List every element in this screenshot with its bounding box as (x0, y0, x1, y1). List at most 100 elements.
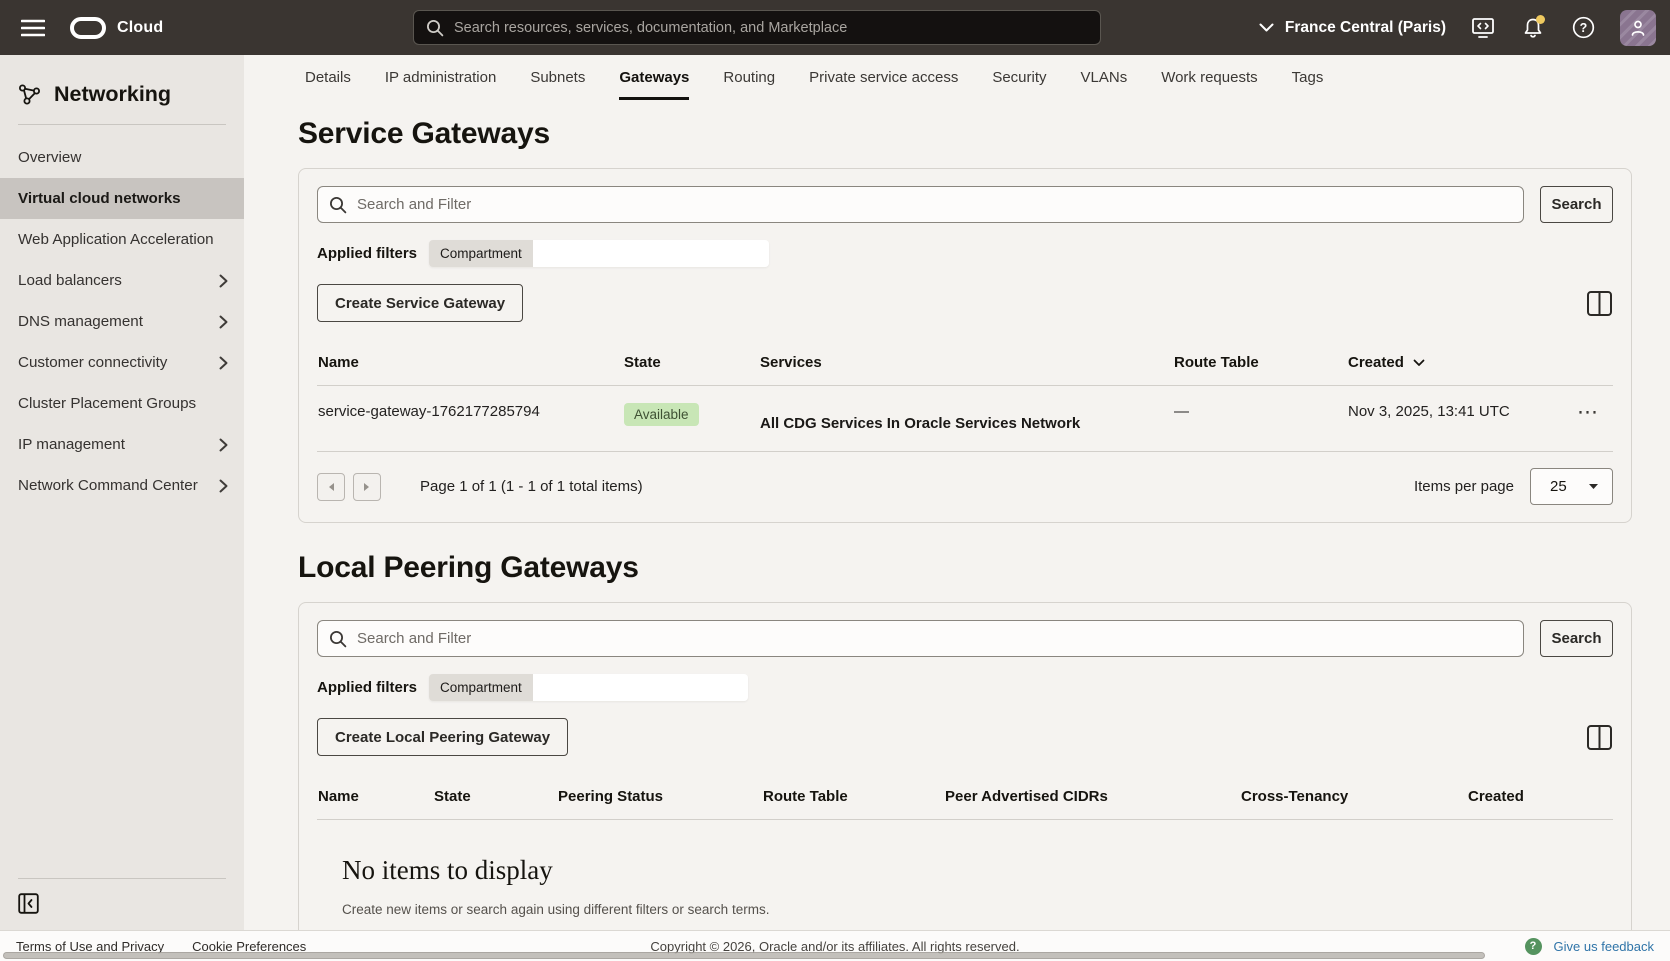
notifications-bell-icon[interactable] (1520, 15, 1546, 41)
lpg-applied-filters-label: Applied filters (317, 679, 417, 696)
sg-col-created[interactable]: Created (1348, 354, 1577, 371)
sidebar-item-ip-management[interactable]: IP management (0, 424, 244, 465)
sg-row-created: Nov 3, 2025, 13:41 UTC (1348, 403, 1577, 420)
items-per-page-label: Items per page (1414, 478, 1514, 495)
notification-dot (1536, 15, 1545, 24)
sidebar-item-load-balancers[interactable]: Load balancers (0, 260, 244, 301)
status-badge: Available (624, 403, 699, 426)
empty-state-subtitle: Create new items or search again using d… (342, 902, 1613, 917)
collapse-sidebar-icon[interactable] (0, 879, 60, 930)
create-service-gateway-button[interactable]: Create Service Gateway (317, 284, 523, 322)
sidebar-item-network-command-center[interactable]: Network Command Center (0, 465, 244, 506)
hamburger-menu-icon[interactable] (20, 15, 46, 41)
sidebar-item-customer-connectivity[interactable]: Customer connectivity (0, 342, 244, 383)
region-selector[interactable]: France Central (Paris) (1259, 19, 1446, 37)
give-feedback-link[interactable]: Give us feedback (1554, 939, 1654, 954)
sidebar-title: Networking (54, 82, 171, 107)
lpg-search-button[interactable]: Search (1540, 620, 1613, 657)
cloud-shell-icon[interactable] (1470, 15, 1496, 41)
sidebar: Networking Overview Virtual cloud networ… (0, 55, 244, 930)
sg-col-route-table[interactable]: Route Table (1174, 354, 1348, 371)
networking-icon (18, 83, 41, 106)
region-label: France Central (Paris) (1285, 19, 1446, 37)
sg-col-services[interactable]: Services (760, 354, 1174, 371)
lpg-col-peering-status[interactable]: Peering Status (558, 788, 763, 805)
service-gateways-card: Search Applied filters Compartment Creat… (298, 168, 1632, 523)
empty-state-title: No items to display (342, 855, 1613, 886)
chevron-right-icon (219, 479, 228, 493)
sg-col-state[interactable]: State (624, 354, 760, 371)
global-search-input[interactable] (454, 20, 1088, 36)
top-header: Cloud France Central (Paris) ? (0, 0, 1670, 55)
local-peering-gateways-table: Name State Peering Status Route Table Pe… (317, 778, 1613, 930)
service-gateways-title: Service Gateways (298, 117, 1632, 151)
sg-pagination: Page 1 of 1 (1 - 1 of 1 total items) Ite… (317, 452, 1613, 505)
lpg-col-peer-advertised-cidrs[interactable]: Peer Advertised CIDRs (945, 788, 1241, 805)
oracle-logo-icon (70, 17, 106, 39)
sidebar-item-overview[interactable]: Overview (0, 137, 244, 178)
search-icon (329, 196, 347, 214)
global-search[interactable] (413, 10, 1101, 45)
row-actions-menu-icon[interactable]: ⋯ (1577, 403, 1599, 423)
tab-work-requests[interactable]: Work requests (1161, 55, 1257, 100)
chevron-right-icon (219, 438, 228, 452)
tab-gateways[interactable]: Gateways (619, 55, 689, 100)
main-content: Service Gateways Search Applied filters … (244, 100, 1670, 930)
sg-row-route-table: — (1174, 403, 1348, 420)
chevron-right-icon (219, 274, 228, 288)
pagination-next-button[interactable] (353, 473, 381, 501)
user-avatar[interactable] (1620, 10, 1656, 46)
local-peering-gateways-card: Search Applied filters Compartment Creat… (298, 602, 1632, 930)
search-icon (426, 19, 444, 37)
help-icon[interactable]: ? (1570, 15, 1596, 41)
tab-security[interactable]: Security (992, 55, 1046, 100)
sidebar-item-dns-management[interactable]: DNS management (0, 301, 244, 342)
tab-ip-administration[interactable]: IP administration (385, 55, 496, 100)
lpg-col-route-table[interactable]: Route Table (763, 788, 945, 805)
select-caret-icon (1588, 483, 1599, 490)
svg-text:?: ? (1579, 21, 1587, 35)
sg-col-name[interactable]: Name (318, 354, 624, 371)
lpg-col-created[interactable]: Created (1468, 788, 1613, 805)
sg-column-settings-icon[interactable] (1585, 289, 1613, 317)
feedback-help-icon[interactable]: ? (1525, 938, 1542, 955)
sidebar-item-web-application-acceleration[interactable]: Web Application Acceleration (0, 219, 244, 260)
sidebar-item-virtual-cloud-networks[interactable]: Virtual cloud networks (0, 178, 244, 219)
tab-vlans[interactable]: VLANs (1081, 55, 1128, 100)
pagination-status: Page 1 of 1 (1 - 1 of 1 total items) (420, 478, 643, 495)
search-icon (329, 630, 347, 648)
sg-row-name: service-gateway-1762177285794 (318, 403, 624, 420)
sort-chevron-down-icon (1413, 359, 1425, 367)
chevron-right-icon (219, 356, 228, 370)
tab-details[interactable]: Details (305, 55, 351, 100)
lpg-col-name[interactable]: Name (318, 788, 434, 805)
lpg-compartment-filter-chip[interactable]: Compartment (429, 674, 748, 701)
sg-row-services[interactable]: All CDG Services In Oracle Services Netw… (760, 403, 1174, 432)
service-gateways-table: Name State Services Route Table Created … (317, 344, 1613, 505)
lpg-col-state[interactable]: State (434, 788, 558, 805)
lpg-column-settings-icon[interactable] (1585, 723, 1613, 751)
pagination-prev-button[interactable] (317, 473, 345, 501)
create-local-peering-gateway-button[interactable]: Create Local Peering Gateway (317, 718, 568, 756)
tab-private-service-access[interactable]: Private service access (809, 55, 958, 100)
tab-routing[interactable]: Routing (723, 55, 775, 100)
tab-subnets[interactable]: Subnets (530, 55, 585, 100)
local-peering-gateways-title: Local Peering Gateways (298, 551, 1632, 585)
lpg-compartment-filter-value (533, 674, 748, 701)
tab-tags[interactable]: Tags (1292, 55, 1324, 100)
table-row: service-gateway-1762177285794 Available … (317, 386, 1613, 452)
product-name: Cloud (117, 19, 163, 37)
sg-compartment-filter-chip[interactable]: Compartment (429, 240, 769, 267)
sg-search-button[interactable]: Search (1540, 186, 1613, 223)
items-per-page-select[interactable]: 25 (1530, 468, 1613, 505)
empty-state: No items to display Create new items or … (317, 820, 1613, 930)
sg-applied-filters-label: Applied filters (317, 245, 417, 262)
lpg-search-filter[interactable] (317, 620, 1524, 657)
sg-search-input[interactable] (357, 196, 1512, 213)
sg-search-filter[interactable] (317, 186, 1524, 223)
chevron-down-icon (1259, 23, 1274, 32)
lpg-search-input[interactable] (357, 630, 1512, 647)
lpg-col-cross-tenancy[interactable]: Cross-Tenancy (1241, 788, 1468, 805)
horizontal-scrollbar[interactable] (3, 952, 1485, 959)
sidebar-item-cluster-placement-groups[interactable]: Cluster Placement Groups (0, 383, 244, 424)
